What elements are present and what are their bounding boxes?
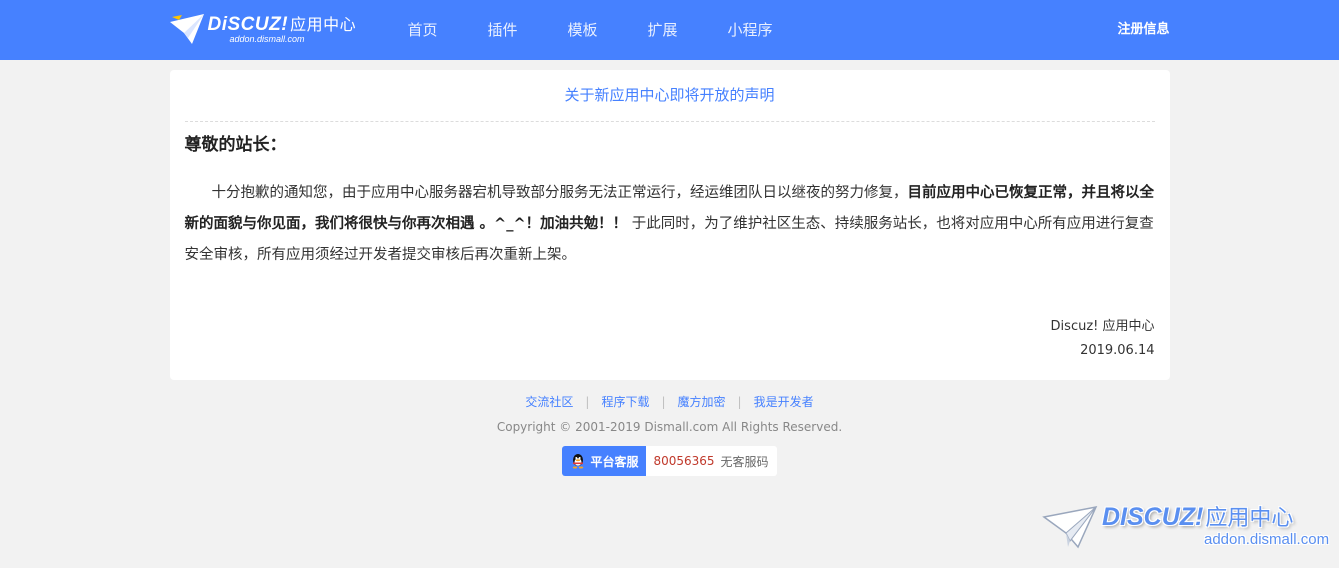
- watermark-subtitle: addon.dismall.com: [1204, 531, 1330, 548]
- watermark-logo: DISCUZ!应用中心 addon.dismall.com: [1042, 505, 1329, 549]
- nav-miniprogram[interactable]: 小程序: [728, 0, 808, 60]
- footer-separator: |: [585, 395, 590, 409]
- watermark-brand: DISCUZ!: [1102, 503, 1204, 531]
- notice-body-start: 十分抱歉的通知您，由于应用中心服务器宕机导致部分服务无法正常运行，经运维团队日以…: [211, 185, 908, 201]
- notice-greeting: 尊敬的站长：: [184, 135, 287, 155]
- service-label: 平台客服: [590, 454, 639, 469]
- platform-service-button[interactable]: 平台客服: [562, 446, 647, 476]
- main-nav: 首页 插件 模板 扩展 小程序: [408, 0, 808, 60]
- footer-link-encryption[interactable]: 魔方加密: [678, 395, 726, 409]
- logo-subtitle: addon.dismall.com: [229, 33, 305, 44]
- register-info-link[interactable]: 注册信息: [1117, 0, 1169, 60]
- service-number-box: 80056365 无客服码: [646, 446, 776, 476]
- customer-service: 平台客服 80056365 无客服码: [0, 446, 1339, 476]
- notice-body: 十分抱歉的通知您，由于应用中心服务器宕机导致部分服务无法正常运行，经运维团队日以…: [185, 178, 1155, 271]
- copyright-text: Copyright © 2001-2019 Dismall.com All Ri…: [496, 420, 843, 434]
- footer-separator: |: [661, 395, 666, 409]
- footer-separator: |: [737, 395, 742, 409]
- qq-penguin-icon: [573, 454, 584, 469]
- nav-plugins[interactable]: 插件: [488, 0, 568, 60]
- service-desc: 无客服码: [720, 454, 769, 469]
- paper-plane-logo-icon: [169, 14, 204, 44]
- nav-extensions[interactable]: 扩展: [648, 0, 728, 60]
- signature-date: 2019.06.14: [1080, 343, 1155, 358]
- footer-link-community[interactable]: 交流社区: [525, 395, 573, 409]
- service-number: 80056365: [653, 454, 715, 468]
- top-navbar: DiSCUZ! 应用中心 addon.dismall.com 首页 插件 模板 扩…: [0, 0, 1339, 60]
- notice-title[interactable]: 关于新应用中心即将开放的声明: [184, 70, 1155, 122]
- site-logo[interactable]: DiSCUZ! 应用中心 addon.dismall.com: [169, 13, 357, 44]
- footer-links: 交流社区 | 程序下载 | 魔方加密 | 我是开发者: [0, 393, 1339, 411]
- paper-plane-watermark-icon: [1042, 505, 1098, 549]
- nav-templates[interactable]: 模板: [568, 0, 648, 60]
- watermark-cn: 应用中心: [1205, 505, 1294, 530]
- footer-link-download[interactable]: 程序下载: [601, 395, 649, 409]
- logo-brand: DiSCUZ!: [207, 13, 289, 35]
- notice-signature: Discuz! 应用中心 2019.06.14: [185, 315, 1155, 363]
- logo-cn: 应用中心: [290, 16, 357, 34]
- signature-org: Discuz! 应用中心: [1050, 319, 1155, 334]
- notice-card: 关于新应用中心即将开放的声明 尊敬的站长： 十分抱歉的通知您，由于应用中心服务器…: [169, 70, 1170, 380]
- footer-link-developer[interactable]: 我是开发者: [754, 395, 814, 409]
- nav-home[interactable]: 首页: [408, 0, 488, 60]
